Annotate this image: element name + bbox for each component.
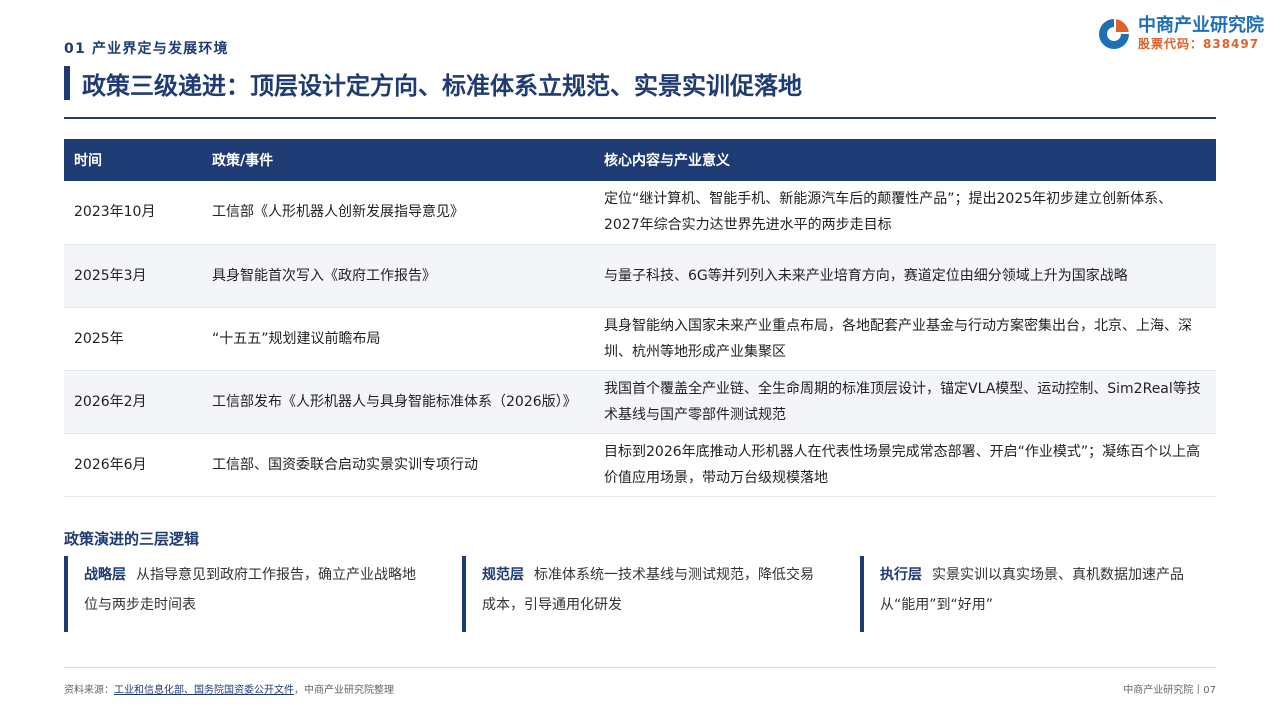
logic-card-standard: 规范层 标准体系统一技术基线与测试规范，降低交易成本，引导通用化研发: [462, 556, 818, 632]
logic-section-title: 政策演进的三层逻辑: [64, 530, 200, 548]
cell-time: 2026年6月: [64, 433, 202, 497]
cell-time: 2025年: [64, 307, 202, 371]
cell-event: 工信部、国资委联合启动实景实训专项行动: [202, 433, 594, 497]
logo-mark-icon: [1099, 19, 1129, 49]
source-note: 资料来源：工业和信息化部、国务院国资委公开文件，中商产业研究院整理: [64, 681, 394, 696]
title-block: 政策三级递进：顶层设计定方向、标准体系立规范、实景实训促落地: [64, 64, 802, 102]
cell-content: 目标到2026年底推动人形机器人在代表性场景完成常态部署、开启“作业模式”；凝练…: [594, 433, 1216, 497]
logic-card-key: 规范层: [482, 567, 524, 583]
cell-content: 具身智能纳入国家未来产业重点布局，各地配套产业基金与行动方案密集出台，北京、上海…: [594, 307, 1216, 371]
logic-card-key: 执行层: [880, 567, 922, 583]
logo-name: 中商产业研究院: [1138, 15, 1264, 36]
logic-card-key: 战略层: [84, 567, 126, 583]
cell-content: 我国首个覆盖全产业链、全生命周期的标准顶层设计，锚定VLA模型、运动控制、Sim…: [594, 370, 1216, 434]
logic-card-text: 标准体系统一技术基线与测试规范，降低交易成本，引导通用化研发: [482, 567, 814, 613]
table-row: 2026年2月 工信部发布《人形机器人与具身智能标准体系（2026版）》 我国首…: [64, 370, 1216, 434]
cell-event: 工信部发布《人形机器人与具身智能标准体系（2026版）》: [202, 370, 594, 434]
cell-content: 定位“继计算机、智能手机、新能源汽车后的颠覆性产品”；提出2025年初步建立创新…: [594, 181, 1216, 245]
title-divider: [64, 117, 1216, 119]
cell-content: 与量子科技、6G等并列列入未来产业培育方向，赛道定位由细分领域上升为国家战略: [594, 244, 1216, 308]
logic-card-text: 从指导意见到政府工作报告，确立产业战略地位与两步走时间表: [84, 567, 416, 613]
column-header-time: 时间: [64, 139, 202, 181]
cell-event: 具身智能首次写入《政府工作报告》: [202, 244, 594, 308]
footer-divider: [64, 667, 1216, 668]
logic-card-execution: 执行层 实景实训以真实场景、真机数据加速产品从“能用”到“好用”: [860, 556, 1216, 632]
column-header-content: 核心内容与产业意义: [594, 139, 1216, 181]
source-link[interactable]: 工业和信息化部、国务院国资委公开文件: [114, 685, 294, 696]
company-logo: 中商产业研究院 股票代码：838497: [1096, 16, 1264, 52]
page-title: 政策三级递进：顶层设计定方向、标准体系立规范、实景实训促落地: [82, 71, 802, 100]
logic-card-text: 实景实训以真实场景、真机数据加速产品从“能用”到“好用”: [880, 567, 1184, 613]
table-row: 2023年10月 工信部《人形机器人创新发展指导意见》 定位“继计算机、智能手机…: [64, 181, 1216, 245]
logo-stock-code: 股票代码：838497: [1138, 37, 1260, 51]
cell-event: “十五五”规划建议前瞻布局: [202, 307, 594, 371]
table-row: 2025年 “十五五”规划建议前瞻布局 具身智能纳入国家未来产业重点布局，各地配…: [64, 307, 1216, 371]
table-header-row: 时间 政策/事件 核心内容与产业意义: [64, 139, 1216, 181]
section-label: 01 产业界定与发展环境: [64, 41, 229, 57]
policy-table: 时间 政策/事件 核心内容与产业意义 2023年10月 工信部《人形机器人创新发…: [64, 139, 1216, 497]
cell-time: 2026年2月: [64, 370, 202, 434]
page-number: 中商产业研究院丨07: [1123, 685, 1216, 696]
cell-time: 2025年3月: [64, 244, 202, 308]
source-prefix: 资料来源：: [64, 685, 114, 696]
table-row: 2025年3月 具身智能首次写入《政府工作报告》 与量子科技、6G等并列列入未来…: [64, 244, 1216, 308]
table-row: 2026年6月 工信部、国资委联合启动实景实训专项行动 目标到2026年底推动人…: [64, 433, 1216, 497]
cell-event: 工信部《人形机器人创新发展指导意见》: [202, 181, 594, 245]
title-accent-bar: [64, 66, 70, 100]
logic-cards: 战略层 从指导意见到政府工作报告，确立产业战略地位与两步走时间表 规范层 标准体系统…: [64, 556, 1216, 632]
cell-time: 2023年10月: [64, 181, 202, 245]
source-suffix: ，中商产业研究院整理: [294, 685, 394, 696]
logic-card-strategy: 战略层 从指导意见到政府工作报告，确立产业战略地位与两步走时间表: [64, 556, 420, 632]
column-header-event: 政策/事件: [202, 139, 594, 181]
